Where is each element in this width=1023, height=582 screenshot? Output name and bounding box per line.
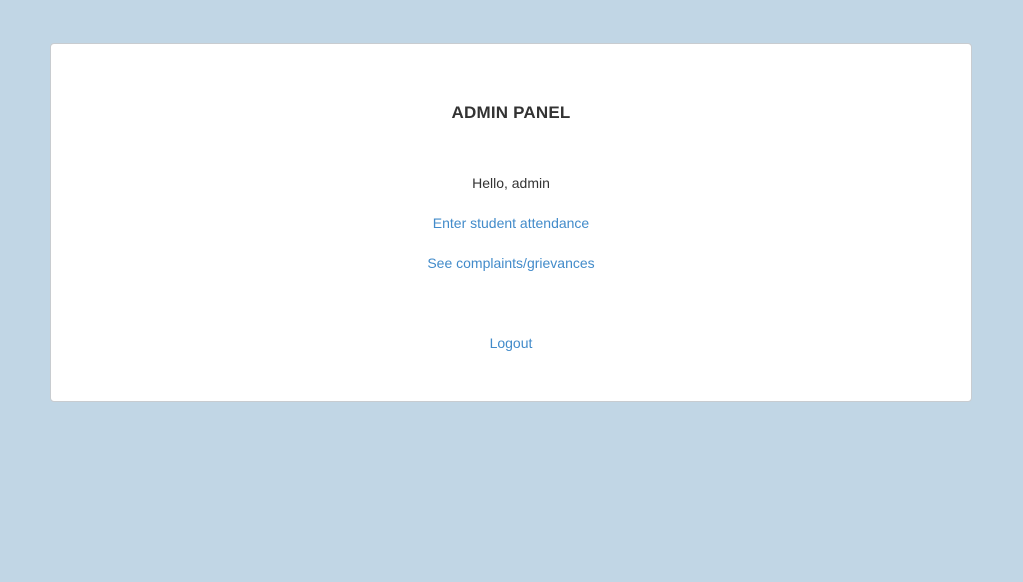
complaints-link-row: See complaints/grievances: [51, 253, 971, 273]
logout-link-row: Logout: [51, 333, 971, 353]
complaints-link[interactable]: See complaints/grievances: [427, 255, 594, 271]
page-title: ADMIN PANEL: [451, 103, 571, 122]
admin-panel-card: ADMIN PANEL Hello, admin Enter student a…: [50, 43, 972, 402]
enter-attendance-link[interactable]: Enter student attendance: [433, 215, 589, 231]
attendance-link-row: Enter student attendance: [51, 213, 971, 233]
greeting-label: Hello, admin: [472, 175, 550, 191]
logout-link[interactable]: Logout: [490, 335, 533, 351]
greeting-text: Hello, admin: [51, 173, 971, 193]
